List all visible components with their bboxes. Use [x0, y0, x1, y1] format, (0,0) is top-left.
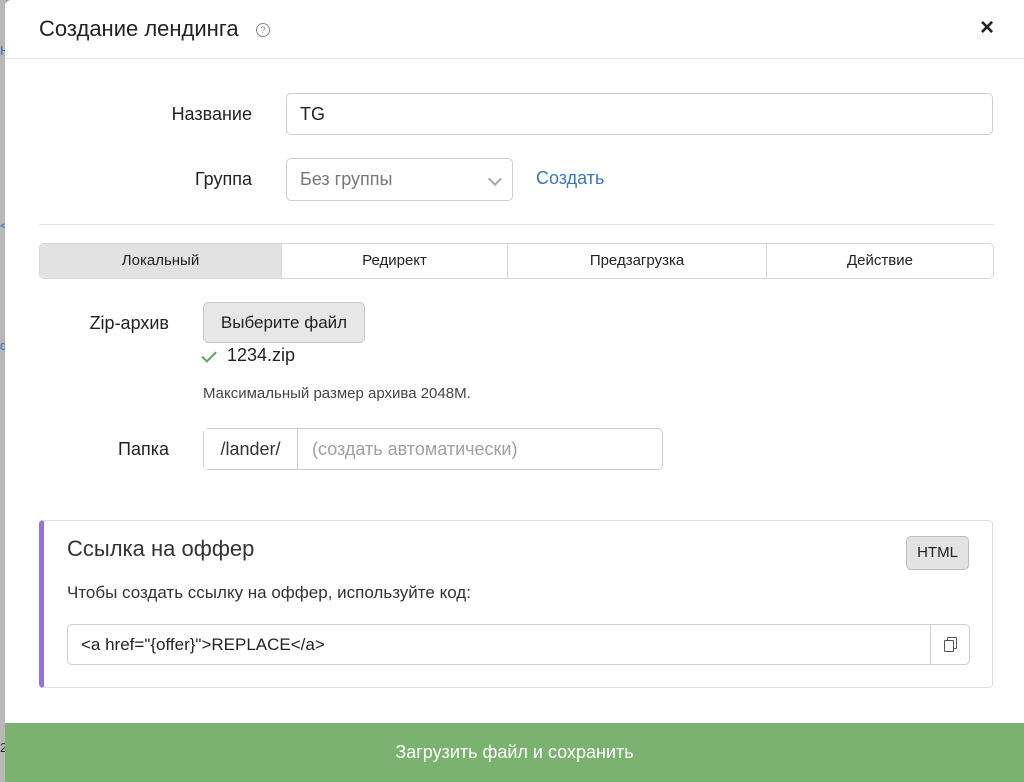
chevron-down-icon: [487, 171, 503, 187]
name-input[interactable]: TG: [286, 93, 993, 135]
close-icon[interactable]: ×: [973, 14, 1001, 42]
offer-link-title: Ссылка на оффер: [67, 536, 255, 561]
group-select[interactable]: Без группы: [286, 158, 513, 201]
create-landing-modal: Создание лендинга ? × Название TG Группа…: [5, 0, 1024, 782]
folder-label: Папка: [118, 439, 169, 459]
upload-and-save-button[interactable]: Загрузить файл и сохранить: [5, 723, 1024, 782]
modal-header: Создание лендинга ? ×: [5, 0, 1024, 59]
folder-input[interactable]: [298, 429, 662, 469]
copy-icon: [944, 637, 957, 652]
tab-local[interactable]: Локальный: [40, 244, 282, 278]
help-icon[interactable]: ?: [256, 23, 270, 37]
create-group-link[interactable]: Создать: [536, 168, 604, 189]
html-button[interactable]: HTML: [906, 536, 969, 570]
folder-prefix: /lander/: [204, 429, 298, 469]
choose-file-button[interactable]: Выберите файл: [203, 302, 365, 343]
group-label: Группа: [194, 169, 252, 189]
modal-title: Создание лендинга: [39, 16, 239, 41]
offer-link-description: Чтобы создать ссылку на оффер, используй…: [67, 583, 471, 602]
zip-archive-label: Zip-архив: [89, 313, 169, 333]
tab-preload[interactable]: Предзагрузка: [508, 244, 767, 278]
folder-input-group: /lander/: [203, 428, 663, 470]
offer-link-panel: Ссылка на оффер HTML Чтобы создать ссылк…: [39, 520, 993, 688]
tab-action[interactable]: Действие: [767, 244, 993, 278]
copy-button[interactable]: [930, 625, 969, 664]
name-label: Название: [171, 104, 252, 124]
selected-file-name: 1234.zip: [227, 345, 296, 365]
tab-redirect[interactable]: Редирект: [282, 244, 508, 278]
group-select-value: Без группы: [300, 169, 393, 189]
check-icon: [201, 347, 217, 363]
offer-code-group: [67, 624, 970, 665]
source-tabs: Локальный Редирект Предзагрузка Действие: [39, 243, 994, 279]
offer-code-input[interactable]: [68, 625, 930, 664]
divider: [39, 224, 994, 225]
archive-size-hint: Максимальный размер архива 2048M.: [203, 385, 471, 402]
